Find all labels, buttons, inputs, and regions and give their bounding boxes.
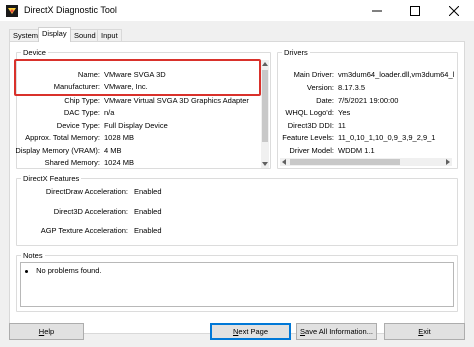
save-all-information-button[interactable]: Save All Information... — [296, 323, 377, 340]
chip-type-label: Chip Type: — [64, 96, 100, 105]
shared-memory-label: Shared Memory: — [44, 158, 100, 167]
maximize-icon — [410, 6, 420, 16]
help-button[interactable]: Help — [9, 323, 84, 340]
chevron-up-icon — [262, 62, 268, 66]
drivers-scroll-thumb[interactable] — [290, 159, 400, 165]
total-memory-value[interactable]: 1028 MB — [104, 132, 134, 144]
directdraw-label: DirectDraw Acceleration: — [45, 187, 128, 196]
total-memory-label: Approx. Total Memory: — [25, 133, 100, 142]
shared-memory-value[interactable]: 1024 MB — [104, 157, 134, 169]
drivers-scrollbar[interactable] — [280, 158, 452, 166]
next-page-button[interactable]: Next Page — [210, 323, 291, 340]
dac-type-value[interactable]: n/a — [104, 107, 114, 119]
next-page-label: ext Page — [238, 327, 269, 336]
direct3d-value: Enabled — [134, 207, 162, 216]
device-type-label: Device Type: — [56, 121, 100, 130]
minimize-icon — [372, 10, 382, 12]
dac-type-label: DAC Type: — [63, 108, 100, 117]
list-item: No problems found. — [25, 265, 102, 277]
drivers-group: Drivers — [277, 48, 458, 169]
tab-input[interactable]: Input — [97, 29, 122, 41]
notes-list[interactable]: No problems found. — [20, 262, 454, 307]
vram-value[interactable]: 4 MB — [104, 145, 122, 157]
directx-icon — [6, 5, 18, 17]
chevron-down-icon — [262, 162, 268, 166]
scroll-down-arrow[interactable] — [261, 160, 269, 168]
exit-button[interactable]: Exit — [384, 323, 465, 340]
close-button[interactable] — [434, 0, 474, 22]
tab-display[interactable]: Display — [38, 27, 71, 42]
close-icon — [449, 6, 459, 16]
device-group-label: Device — [21, 48, 48, 57]
agp-label: AGP Texture Acceleration: — [40, 226, 128, 235]
device-scroll-thumb[interactable] — [262, 70, 268, 142]
save-all-label: ave All Information... — [305, 327, 373, 336]
drivers-group-label: Drivers — [282, 48, 310, 57]
window-title: DirectX Diagnostic Tool — [24, 5, 117, 15]
exit-label: xit — [423, 327, 431, 336]
minimize-button[interactable] — [358, 0, 396, 22]
notes-group-label: Notes — [21, 251, 45, 260]
features-group-label: DirectX Features — [21, 174, 82, 183]
name-manufacturer-highlight — [14, 59, 261, 96]
tab-sound[interactable]: Sound — [70, 29, 100, 41]
agp-value: Enabled — [134, 226, 162, 235]
direct3d-label: Direct3D Acceleration: — [53, 207, 128, 216]
note-text: No problems found. — [36, 266, 102, 275]
help-button-label: elp — [44, 327, 55, 336]
title-bar: DirectX Diagnostic Tool — [0, 0, 474, 22]
maximize-button[interactable] — [396, 0, 434, 22]
scroll-left-arrow[interactable] — [280, 158, 288, 166]
scroll-up-arrow[interactable] — [261, 60, 269, 68]
bullet-icon — [25, 269, 28, 273]
chevron-left-icon — [282, 159, 286, 165]
directdraw-value: Enabled — [134, 187, 162, 196]
device-scrollbar[interactable] — [261, 60, 269, 168]
chip-type-value[interactable]: VMware Virtual SVGA 3D Graphics Adapter — [104, 95, 249, 107]
scroll-right-arrow[interactable] — [444, 158, 452, 166]
device-type-value[interactable]: Full Display Device — [104, 120, 168, 132]
chevron-right-icon — [446, 159, 450, 165]
vram-label: Display Memory (VRAM): — [15, 146, 100, 155]
